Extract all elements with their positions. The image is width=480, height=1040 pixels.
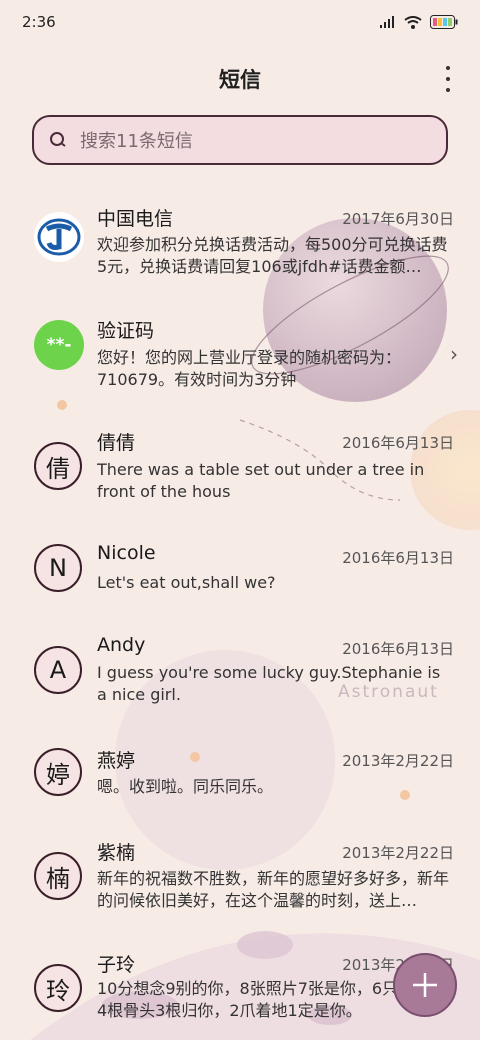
message-snippet: 新年的祝福数不胜数，新年的愿望好多好多，新年的问候依旧美好，在这个温馨的时刻，送… — [97, 869, 450, 910]
contact-name: Andy — [97, 634, 146, 656]
avatar-text: A — [49, 656, 67, 684]
avatar-text: N — [49, 554, 67, 582]
avatar: 楠 — [34, 852, 82, 900]
contact-name: 中国电信 — [97, 208, 174, 230]
contact-name: 倩倩 — [97, 432, 136, 454]
verification-code-avatar: **- — [34, 320, 84, 370]
avatar: N — [34, 544, 82, 592]
chevron-right-icon[interactable]: › — [450, 342, 458, 366]
message-snippet: There was a table set out under a tree i… — [97, 460, 425, 501]
avatar: 倩 — [34, 442, 82, 490]
message-snippet: Let's eat out,shall we? — [97, 573, 276, 592]
contact-name: 验证码 — [97, 320, 155, 342]
plus-icon — [413, 973, 437, 997]
status-time: 2:36 — [22, 13, 56, 31]
status-bar: 2:36 — [0, 0, 480, 44]
message-date: 2016年6月13日 — [342, 434, 454, 452]
list-item[interactable]: **- 验证码 您好！您的网上营业厅登录的随机密码为：710679。有效时间为3… — [0, 300, 480, 410]
message-snippet: 您好！您的网上营业厅登录的随机密码为：710679。有效时间为3分钟 — [97, 348, 402, 389]
contact-name: 紫楠 — [97, 842, 136, 864]
message-date: 2017年6月30日 — [342, 210, 454, 228]
list-item[interactable]: N Nicole 2016年6月13日 Let's eat out,shall … — [0, 534, 480, 624]
avatar-text: 倩 — [46, 454, 70, 483]
app-header: 短信 — [0, 56, 480, 102]
message-date: 2013年2月22日 — [342, 752, 454, 770]
list-item[interactable]: 婷 燕婷 2013年2月22日 嗯。收到啦。同乐同乐。 — [0, 744, 480, 834]
avatar: 玲 — [34, 964, 82, 1012]
message-date: 2016年6月13日 — [342, 640, 454, 658]
status-icons — [380, 15, 458, 29]
avatar-text: 楠 — [46, 864, 70, 893]
avatar-text: 婷 — [46, 760, 70, 789]
contact-name: Nicole — [97, 542, 156, 564]
contact-name: 燕婷 — [97, 750, 136, 772]
message-date: 2016年6月13日 — [342, 549, 454, 567]
list-item[interactable]: 楠 紫楠 2013年2月22日 新年的祝福数不胜数，新年的愿望好多好多，新年的问… — [0, 836, 480, 946]
wifi-icon — [404, 15, 422, 29]
contact-name: 子玲 — [97, 954, 136, 976]
search-placeholder: 搜索11条短信 — [80, 131, 193, 152]
message-snippet: 嗯。收到啦。同乐同乐。 — [97, 777, 274, 796]
battery-icon — [430, 15, 458, 29]
avatar: A — [34, 646, 82, 694]
more-vert-icon[interactable] — [436, 66, 460, 92]
search-icon — [50, 132, 66, 147]
china-telecom-logo — [34, 212, 84, 262]
message-snippet: I guess you're some lucky guy.Stephanie … — [97, 663, 441, 704]
avatar-text: **- — [46, 335, 72, 355]
avatar-text: 玲 — [46, 976, 70, 1005]
compose-button[interactable] — [393, 953, 457, 1017]
message-date: 2013年2月22日 — [342, 844, 454, 862]
search-input[interactable]: 搜索11条短信 — [32, 115, 448, 165]
avatar: 婷 — [34, 748, 82, 796]
page-title: 短信 — [219, 68, 261, 92]
list-item[interactable]: 倩 倩倩 2016年6月13日 There was a table set ou… — [0, 412, 480, 522]
signal-icon — [380, 16, 394, 28]
list-item[interactable]: A Andy 2016年6月13日 I guess you're some lu… — [0, 634, 480, 734]
message-snippet: 欢迎参加积分兑换话费活动，每500分可兑换话费5元，兑换话费请回复106或jfd… — [97, 235, 448, 276]
list-item[interactable]: 中国电信 2017年6月30日 欢迎参加积分兑换话费活动，每500分可兑换话费5… — [0, 188, 480, 298]
